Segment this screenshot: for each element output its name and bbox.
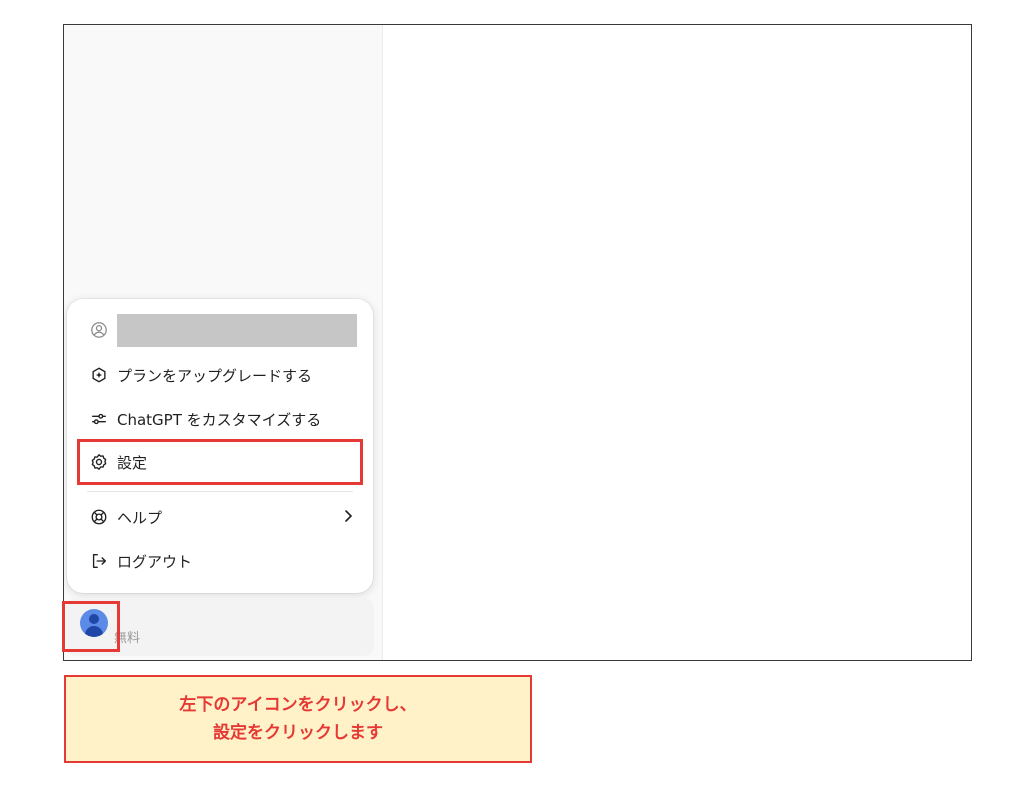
highlight-box-avatar xyxy=(62,601,120,652)
menu-item-label: ヘルプ xyxy=(117,508,163,527)
sidebar: プランをアップグレードする ChatGPT をカスタマイズする 設定 ヘルプ ロ… xyxy=(64,25,383,660)
menu-item-logout[interactable]: ログアウト xyxy=(77,542,363,580)
menu-item-label: ログアウト xyxy=(117,552,193,571)
account-menu: プランをアップグレードする ChatGPT をカスタマイズする 設定 ヘルプ ロ… xyxy=(67,299,373,593)
highlight-box-settings xyxy=(77,439,363,485)
menu-item-customize[interactable]: ChatGPT をカスタマイズする xyxy=(77,400,363,438)
user-circle-icon xyxy=(89,320,109,340)
redacted-account-email xyxy=(117,313,357,347)
instruction-callout: 左下のアイコンをクリックし、 設定をクリックします xyxy=(64,675,532,763)
instruction-line-2: 設定をクリックします xyxy=(213,723,383,743)
main-content-area xyxy=(383,25,971,660)
account-row xyxy=(77,311,363,349)
menu-item-help[interactable]: ヘルプ xyxy=(77,498,363,536)
upgrade-sparkle-icon xyxy=(89,365,109,385)
app-screenshot: プランをアップグレードする ChatGPT をカスタマイズする 設定 ヘルプ ロ… xyxy=(63,24,972,661)
lifebuoy-icon xyxy=(89,507,109,527)
instruction-text: 左下のアイコンをクリックし、 設定をクリックします xyxy=(179,691,416,747)
chevron-right-icon xyxy=(345,510,353,522)
sliders-icon xyxy=(89,409,109,429)
menu-item-label: プランをアップグレードする xyxy=(117,366,313,385)
menu-item-upgrade[interactable]: プランをアップグレードする xyxy=(77,356,363,394)
menu-divider xyxy=(87,491,353,492)
logout-icon xyxy=(89,551,109,571)
menu-item-label: ChatGPT をカスタマイズする xyxy=(117,410,322,429)
instruction-line-1: 左下のアイコンをクリックし、 xyxy=(179,695,417,715)
